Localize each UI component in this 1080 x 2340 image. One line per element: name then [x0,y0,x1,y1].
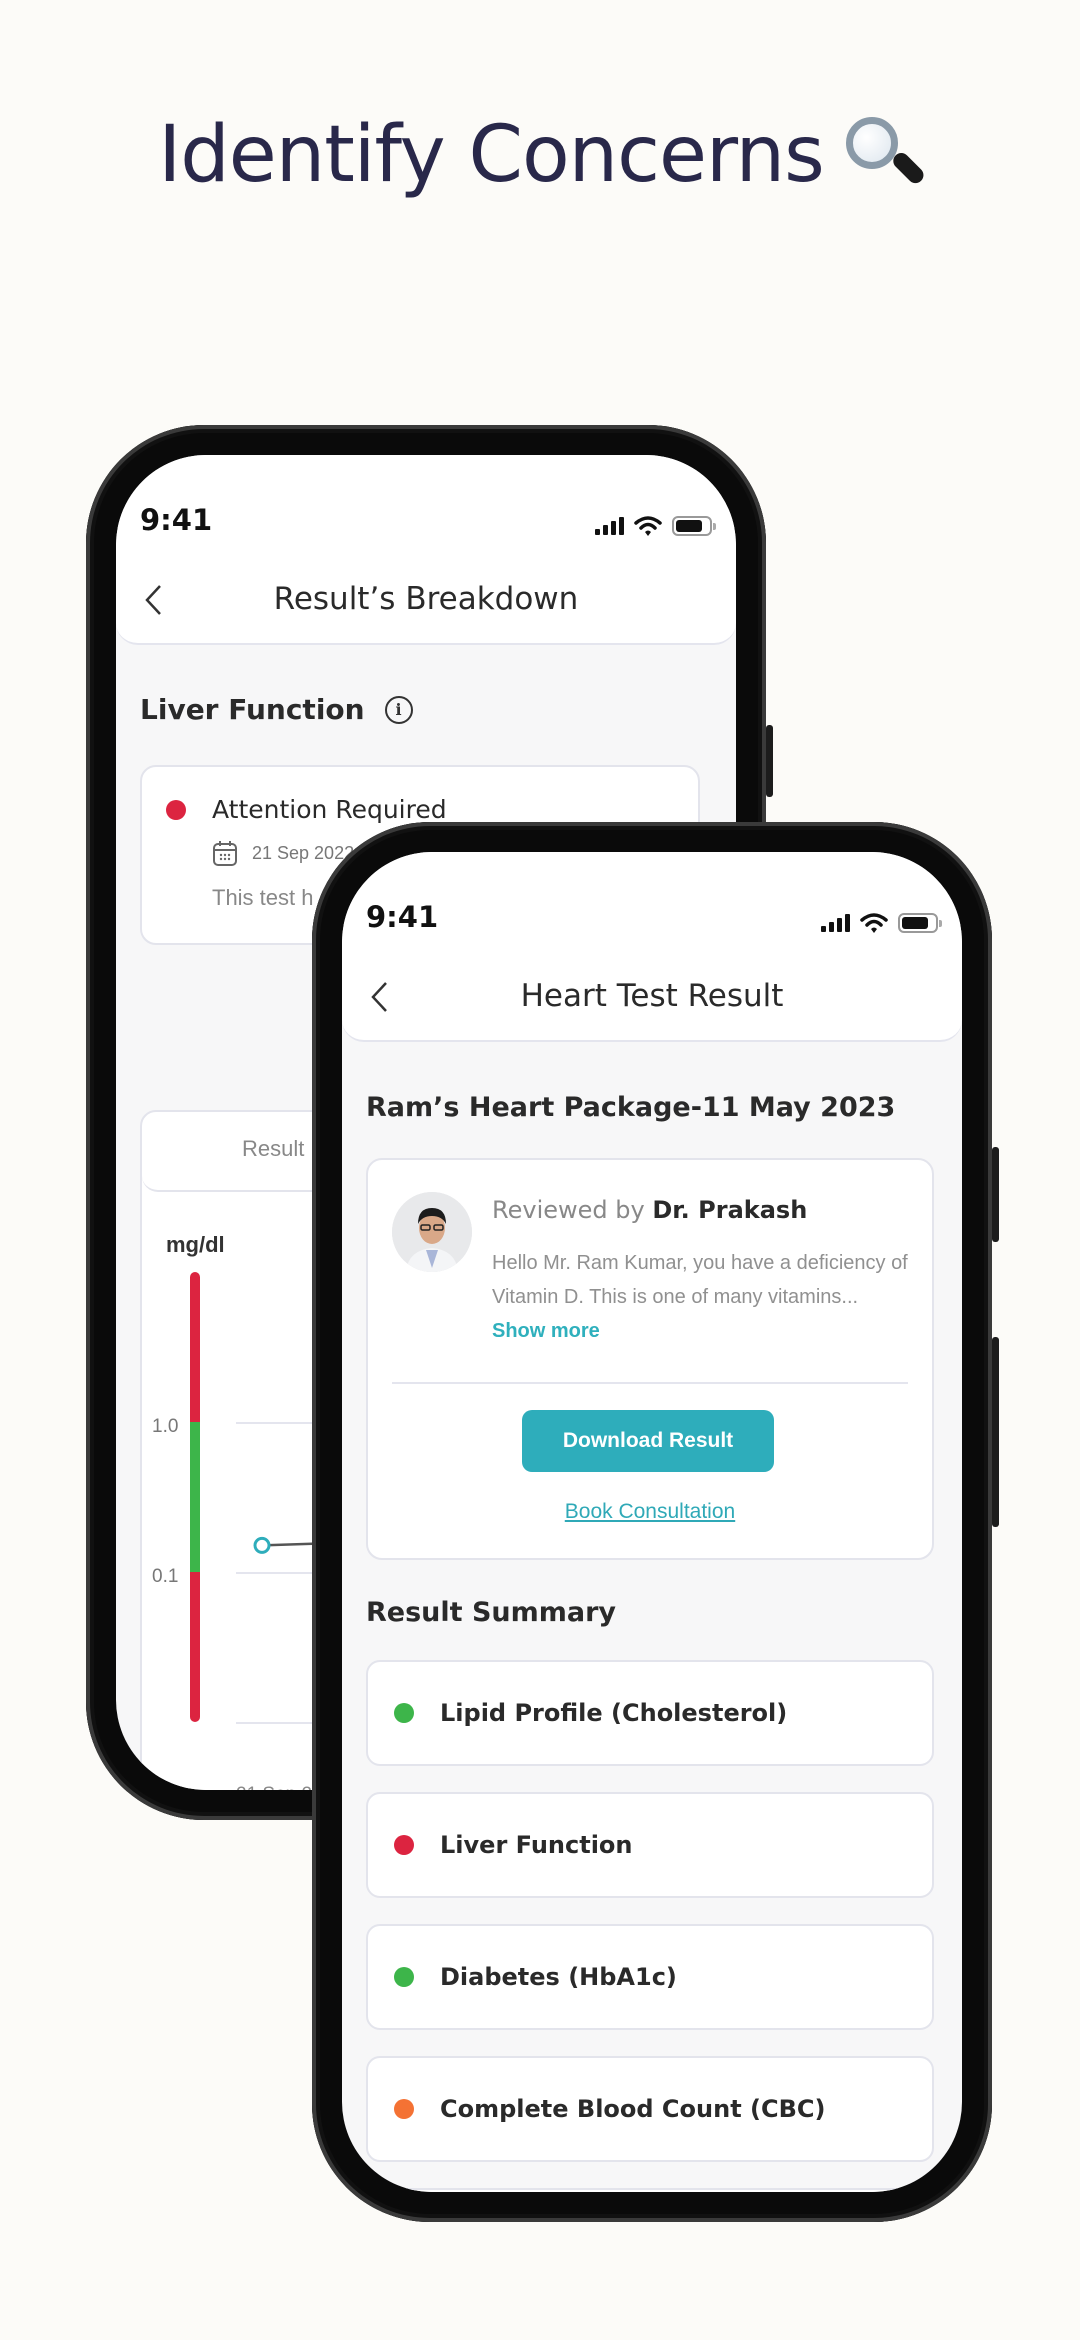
front-phone-screen: 9:41 Heart Test Result Ram’s Heart Packa… [342,852,962,2192]
doctor-avatar [392,1192,472,1272]
reviewed-by: Reviewed by Dr. Prakash [492,1196,807,1224]
status-bar: 9:41 [342,852,962,952]
nav-bar: Heart Test Result [342,952,962,1042]
summary-item[interactable] [366,2188,934,2192]
side-button [992,1337,999,1527]
headline-text: Identify Concerns [158,110,824,200]
review-card: Reviewed by Dr. Prakash Hello Mr. Ram Ku… [366,1158,934,1560]
signal-icon [595,517,624,535]
signal-icon [821,914,850,932]
section-title-text: Liver Function [140,693,365,726]
summary-list: Lipid Profile (Cholesterol) Liver Functio… [366,1660,934,2192]
headline: Identify Concerns [0,110,1080,200]
wifi-icon [860,913,888,933]
summary-item-label: Complete Blood Count (CBC) [440,2095,826,2123]
status-dot [394,2099,414,2119]
review-message: Hello Mr. Ram Kumar, you have a deficien… [492,1246,912,1348]
status-description: This test h [212,885,314,910]
divider [392,1382,908,1384]
status-dot [394,1967,414,1987]
calendar-icon [213,841,237,866]
download-result-button[interactable]: Download Result [522,1410,774,1472]
nav-bar: Result’s Breakdown [116,555,736,645]
test-date: 21 Sep 2022 [252,842,355,863]
package-title: Ram’s Heart Package-11 May 2023 [366,1092,896,1123]
summary-item-label: Liver Function [440,1831,633,1859]
battery-icon [898,913,942,933]
battery-icon [672,516,716,536]
section-title: Liver Function i [140,693,413,726]
wifi-icon [634,516,662,536]
phone-front: 9:41 Heart Test Result Ram’s Heart Packa… [312,822,999,2222]
summary-item-label: Diabetes (HbA1c) [440,1963,677,1991]
status-time: 9:41 [366,900,439,934]
show-more-link[interactable]: Show more [492,1320,600,1342]
summary-item[interactable]: Diabetes (HbA1c) [366,1924,934,2030]
page-title: Heart Test Result [520,978,784,1014]
status-bar: 9:41 [116,455,736,555]
summary-item[interactable]: Complete Blood Count (CBC) [366,2056,934,2162]
review-message-text: Hello Mr. Ram Kumar, you have a deficien… [492,1252,908,1308]
status-dot [394,1835,414,1855]
x-tick-label: 21 Sep 2 [236,1784,312,1790]
summary-item[interactable]: Lipid Profile (Cholesterol) [366,1660,934,1766]
summary-item[interactable]: Liver Function [366,1792,934,1898]
status-text: Attention Required [212,795,447,824]
page-title: Result’s Breakdown [273,581,579,617]
status-time: 9:41 [140,503,213,537]
side-button [766,725,773,797]
info-icon[interactable]: i [384,695,413,724]
data-point [253,1536,271,1554]
summary-title: Result Summary [366,1597,617,1628]
status-dot [394,1703,414,1723]
side-button [992,1147,999,1242]
summary-item-label: Lipid Profile (Cholesterol) [440,1699,788,1727]
reviewed-by-prefix: Reviewed by [492,1196,645,1224]
chevron-left-icon[interactable] [142,583,164,617]
chevron-left-icon[interactable] [368,980,390,1014]
magnifying-glass-icon [842,115,927,195]
book-consultation-link[interactable]: Book Consultation [368,1500,932,1524]
status-dot [166,799,186,820]
doctor-name: Dr. Prakash [652,1196,808,1224]
